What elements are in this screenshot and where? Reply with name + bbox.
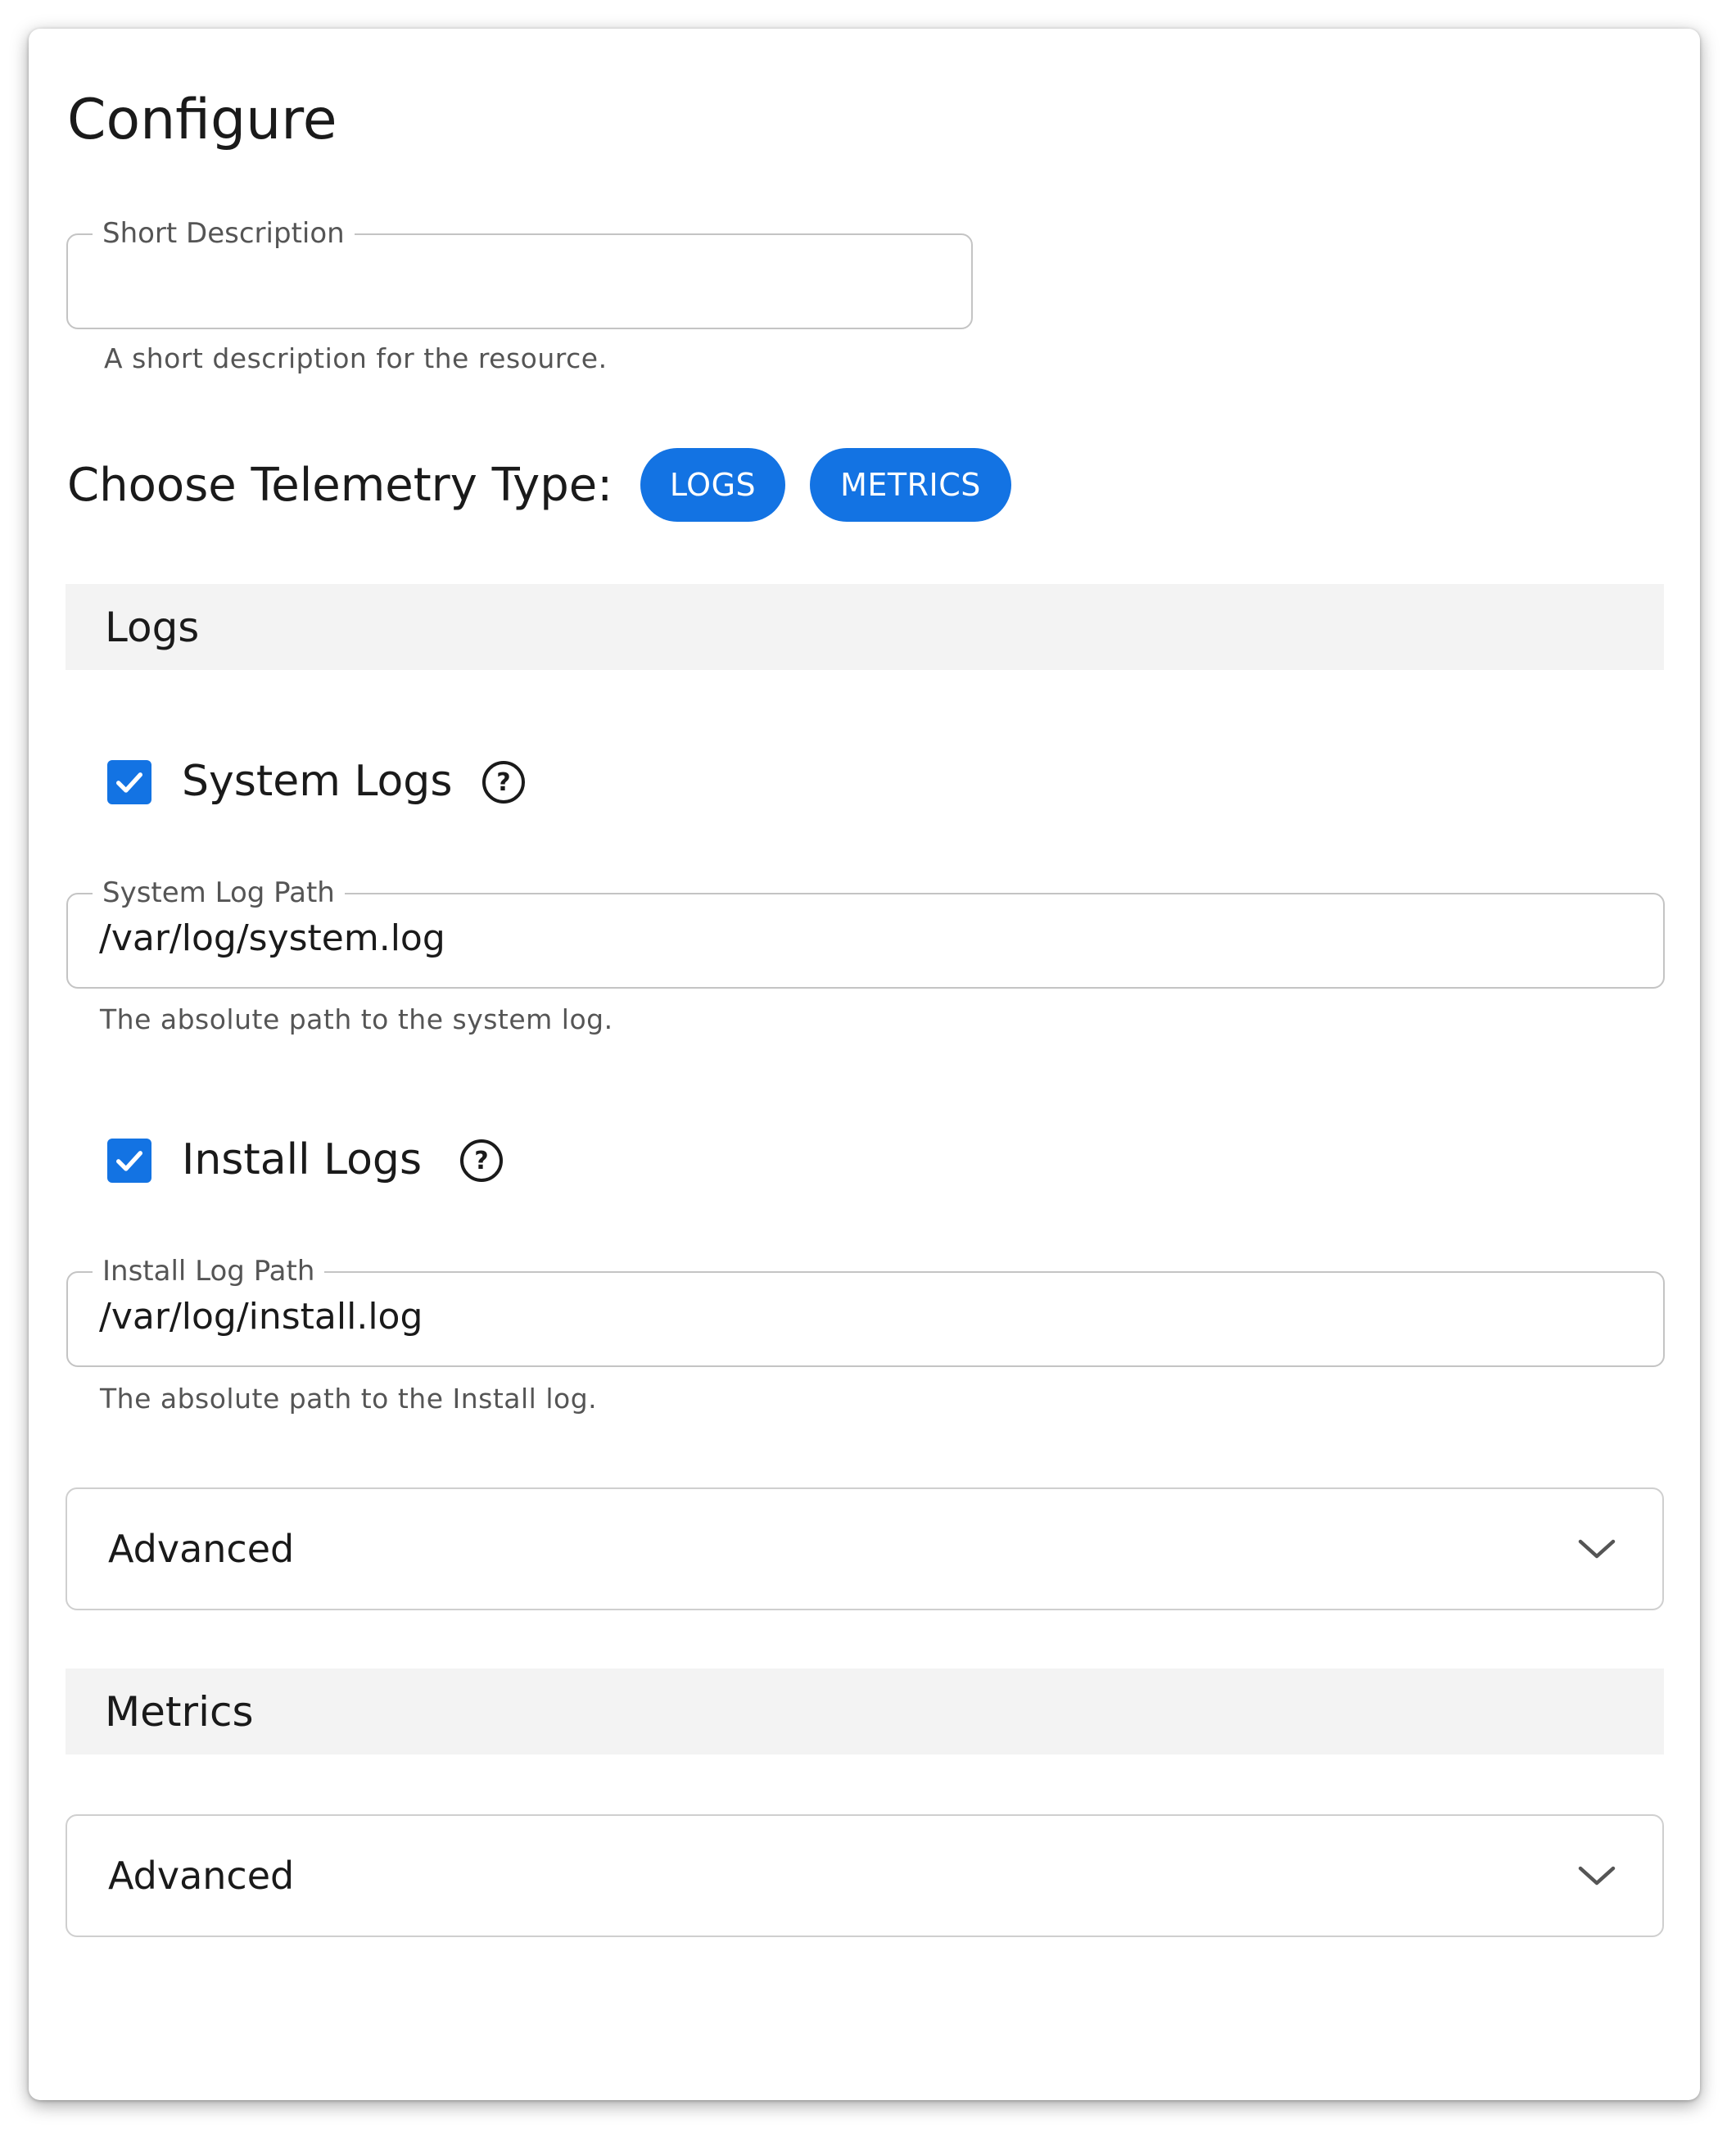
page-title: Configure (67, 88, 337, 152)
system-logs-help-icon[interactable]: ? (482, 761, 525, 804)
metrics-advanced-accordion[interactable]: Advanced (66, 1814, 1664, 1937)
metrics-section-header: Metrics (66, 1668, 1664, 1754)
system-log-path-label: System Log Path (93, 872, 345, 913)
system-logs-label: System Logs (182, 757, 453, 806)
install-log-path-input[interactable]: /var/log/install.log (99, 1291, 423, 1343)
install-log-path-helper: The absolute path to the Install log. (100, 1383, 598, 1415)
install-log-path-field[interactable]: Install Log Path /var/log/install.log (66, 1251, 1665, 1367)
install-logs-checkbox[interactable] (107, 1139, 151, 1183)
logs-advanced-title: Advanced (108, 1527, 295, 1571)
install-logs-help-icon[interactable]: ? (460, 1139, 503, 1182)
telemetry-type-label: Choose Telemetry Type: (67, 459, 613, 512)
system-log-path-input[interactable]: /var/log/system.log (99, 912, 445, 965)
metrics-chip[interactable]: METRICS (810, 448, 1011, 522)
short-description-helper: A short description for the resource. (104, 342, 608, 374)
checkmark-icon (116, 772, 142, 793)
short-description-field[interactable]: Short Description (66, 213, 973, 329)
metrics-section-title: Metrics (105, 1687, 254, 1736)
system-log-path-field[interactable]: System Log Path /var/log/system.log (66, 872, 1665, 989)
chevron-down-icon (1578, 1866, 1616, 1886)
configure-card: Configure Short Description A short desc… (29, 29, 1700, 2100)
logs-advanced-accordion[interactable]: Advanced (66, 1487, 1664, 1610)
logs-section-header: Logs (66, 584, 1664, 670)
logs-section-title: Logs (105, 603, 200, 651)
logs-chip[interactable]: LOGS (640, 448, 785, 522)
checkmark-icon (116, 1151, 142, 1171)
metrics-advanced-title: Advanced (108, 1854, 295, 1898)
short-description-label: Short Description (93, 213, 355, 254)
install-logs-label: Install Logs (182, 1135, 423, 1184)
system-log-path-helper: The absolute path to the system log. (100, 1003, 613, 1035)
system-logs-checkbox[interactable] (107, 760, 151, 804)
chevron-down-icon (1578, 1539, 1616, 1559)
install-log-path-label: Install Log Path (93, 1251, 325, 1292)
